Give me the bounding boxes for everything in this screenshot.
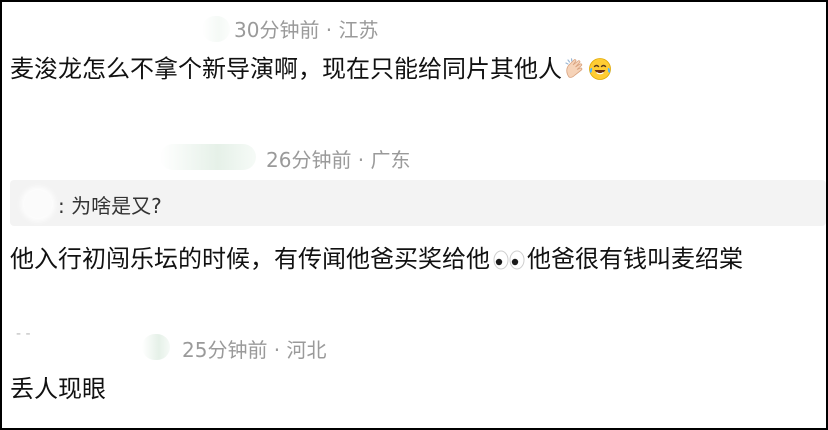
comment-item: 26分钟前 · 广东 : 为啥是又? 他入行初闯乐坛的时候，有传闻他爸买奖给他 … (2, 122, 826, 312)
comment-list: 30分钟前 · 江苏 麦浚龙怎么不拿个新导演啊，现在只能给同片其他人 26分钟前… (0, 0, 828, 430)
comment-item: - - 25分钟前 · 河北 丢人现眼 (2, 312, 826, 428)
comment-item: 30分钟前 · 江苏 麦浚龙怎么不拿个新导演啊，现在只能给同片其他人 (2, 2, 826, 122)
quoted-reply[interactable]: : 为啥是又? (10, 180, 826, 226)
quoted-text: : 为啥是又? (58, 194, 162, 218)
comment-text: 麦浚龙怎么不拿个新导演啊，现在只能给同片其他人 (10, 54, 612, 84)
blurred-username (160, 144, 256, 170)
blurred-username (142, 334, 170, 360)
tears-of-joy-icon (589, 58, 611, 80)
comment-meta: 26分钟前 · 广东 (266, 148, 411, 172)
eyes-icon (493, 250, 525, 270)
blurred-username (202, 16, 230, 42)
comment-text: 丢人现眼 (10, 375, 106, 403)
comment-text: 他入行初闯乐坛的时候，有传闻他爸买奖给他 他爸很有钱叫麦绍棠 (10, 245, 743, 273)
comment-meta: 30分钟前 · 江苏 (234, 18, 379, 42)
clapping-hands-icon (565, 58, 583, 78)
avatar (24, 190, 52, 218)
blurred-username: - - (16, 326, 31, 342)
comment-meta: 25分钟前 · 河北 (182, 338, 327, 362)
